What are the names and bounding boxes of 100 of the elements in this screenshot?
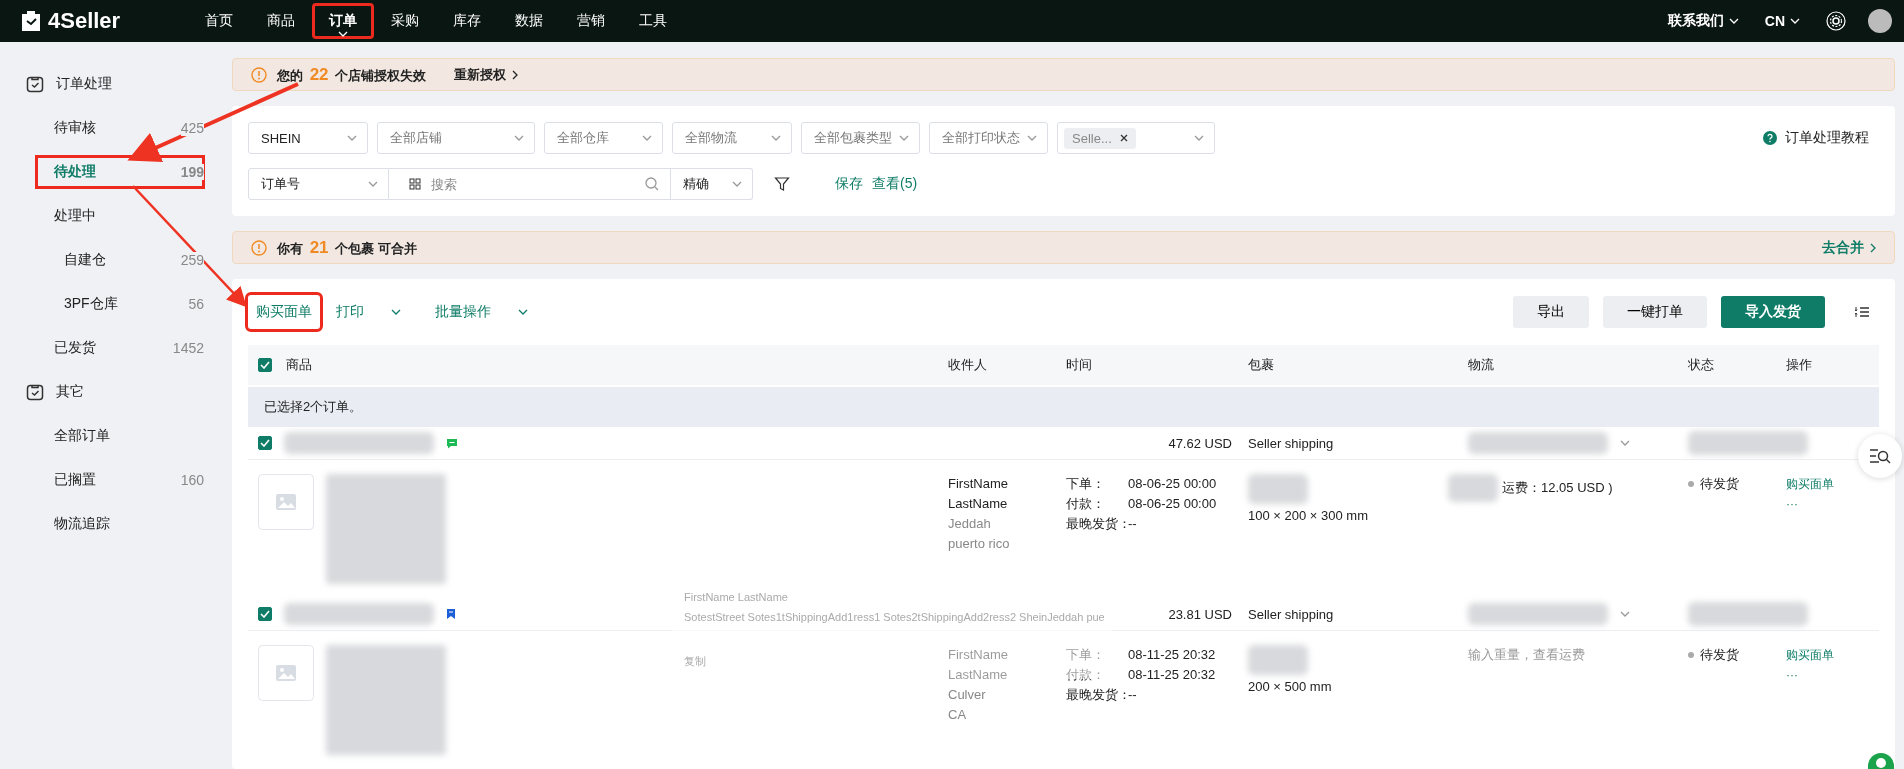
search-icon xyxy=(645,177,659,191)
buy-label-link[interactable]: 购买面单 xyxy=(1786,474,1879,494)
shipping-fee: 运费：12.05 USD ) xyxy=(1502,479,1613,497)
time-value: -- xyxy=(1128,516,1137,531)
time-label: 下单： xyxy=(1066,646,1106,664)
fee-hint: 输入重量，查看运费 xyxy=(1468,646,1586,664)
sidebar-item[interactable]: 已发货 1452 xyxy=(30,326,210,370)
recipient-name: FirstName xyxy=(948,475,1009,493)
alert-text: 您的 22 个店铺授权失效 xyxy=(277,64,427,85)
blurred-block xyxy=(1448,474,1498,502)
list-settings-icon xyxy=(1855,306,1869,318)
toolbar-action[interactable]: 打印 xyxy=(328,295,419,329)
more-link[interactable]: ··· xyxy=(1786,494,1879,514)
recipient-city: Culver xyxy=(948,686,987,704)
filter-select[interactable]: 全部店铺 xyxy=(377,122,535,154)
filter-select[interactable]: 全部包裹类型 xyxy=(801,122,920,154)
sidebar-item[interactable]: 已搁置 160 xyxy=(30,458,210,502)
avatar[interactable] xyxy=(1868,9,1892,33)
recipient-city: Jeddah xyxy=(948,515,992,533)
sidebar-item[interactable]: 自建仓 259 xyxy=(30,238,210,282)
help-icon xyxy=(1763,131,1777,145)
caret-icon xyxy=(1620,611,1630,617)
tooltip-address: SotestStreet Sotes1tShippingAdd1ress1 Sotes2tShippingAdd2ress2 SheinJeddah pue xyxy=(684,610,1105,625)
caret-icon xyxy=(368,181,378,187)
image-placeholder-icon xyxy=(258,474,314,530)
warning-icon xyxy=(251,239,267,256)
caret-icon xyxy=(771,135,781,141)
filter-select[interactable]: 全部打印状态 xyxy=(929,122,1048,154)
column-header: 物流 xyxy=(1468,356,1494,374)
search-type-select[interactable]: 订单号 xyxy=(248,168,389,200)
column-header: 时间 xyxy=(1066,356,1092,374)
nav-tab[interactable]: 订单 xyxy=(312,3,374,39)
toolbar-button[interactable]: 导出 xyxy=(1513,296,1589,328)
column-header: 收件人 xyxy=(948,356,987,374)
more-link[interactable]: ··· xyxy=(1786,665,1879,685)
nav-tab[interactable]: 库存 xyxy=(436,3,498,39)
blurred-block xyxy=(1248,474,1308,504)
nav-tab[interactable]: 采购 xyxy=(374,3,436,39)
recipient-name: LastName xyxy=(948,495,1009,513)
sidebar-item[interactable]: 处理中 xyxy=(30,194,210,238)
filter-select[interactable]: SHEIN xyxy=(248,122,368,154)
shipping-method: Seller shipping xyxy=(1248,606,1334,622)
checkbox[interactable] xyxy=(258,436,272,450)
toolbar-action[interactable]: 批量操作 xyxy=(427,295,546,329)
search-field[interactable]: 搜索 xyxy=(389,168,671,200)
status-dot xyxy=(1688,481,1694,487)
close-icon xyxy=(1119,134,1128,142)
nav-tab[interactable]: 商品 xyxy=(250,3,312,39)
toolbar-action[interactable]: 购买面单 xyxy=(248,295,320,329)
save-link[interactable]: 保存 xyxy=(835,175,863,193)
sidebar-item[interactable]: 全部订单 xyxy=(30,414,210,458)
checkbox[interactable] xyxy=(258,607,272,621)
alert-link[interactable]: 去合并 xyxy=(1822,238,1876,257)
nav-tab[interactable]: 工具 xyxy=(622,3,684,39)
status-text: 待发货 xyxy=(1700,475,1739,493)
item-count: 56 xyxy=(188,296,204,312)
filter-select[interactable]: 全部仓库 xyxy=(544,122,663,154)
time-value: 08-06-25 00:00 xyxy=(1128,476,1217,491)
sidebar-item[interactable]: 物流追踪 xyxy=(30,502,210,546)
sidebar-item[interactable]: 3PF仓库 56 xyxy=(30,282,210,326)
language-menu[interactable]: CN xyxy=(1764,13,1800,29)
clipboard-icon xyxy=(26,383,44,401)
buy-label-link[interactable]: 购买面单 xyxy=(1786,645,1879,665)
caret-icon xyxy=(899,135,909,141)
caret-icon xyxy=(732,181,742,187)
selection-note: 已选择2个订单。 xyxy=(248,387,1879,427)
caret-icon xyxy=(1027,135,1037,141)
time-label: 最晚发货： xyxy=(1066,515,1128,533)
item-count: 1452 xyxy=(172,340,204,356)
nav-tab[interactable]: 数据 xyxy=(498,3,560,39)
filter-select[interactable]: 全部物流 xyxy=(672,122,792,154)
alert-link[interactable]: 重新授权 xyxy=(454,65,519,84)
contact-menu[interactable]: 联系我们 xyxy=(1667,12,1739,30)
warning-icon xyxy=(251,66,267,83)
order-amount: 23.81 USD xyxy=(1168,606,1232,622)
nav-tab[interactable]: 营销 xyxy=(560,3,622,39)
image-placeholder-icon xyxy=(258,645,314,701)
sidebar-item[interactable]: 待审核 425 xyxy=(30,106,210,150)
time-label: 付款： xyxy=(1066,666,1106,684)
tutorial-link[interactable]: 订单处理教程 xyxy=(1763,129,1869,147)
list-search-icon xyxy=(1869,447,1891,465)
item-count: 199 xyxy=(180,164,204,180)
settings-icon xyxy=(1826,11,1846,31)
checkbox[interactable] xyxy=(258,358,272,372)
primary-button[interactable]: 导入发货 xyxy=(1721,296,1825,328)
sidebar-item[interactable]: 待处理 199 xyxy=(30,150,210,194)
recipient-name: FirstName xyxy=(948,646,1009,664)
clipboard-logo-icon xyxy=(20,10,42,32)
logo-text: 4Seller xyxy=(48,8,121,34)
caret-icon xyxy=(1620,440,1630,446)
toolbar-button[interactable]: 一键打单 xyxy=(1603,296,1707,328)
funnel-icon xyxy=(774,176,790,192)
time-value: 08-11-25 20:32 xyxy=(1128,647,1216,662)
time-value: 08-06-25 00:00 xyxy=(1128,496,1217,511)
caret-icon xyxy=(347,135,357,141)
view-saved-link[interactable]: 查看(5) xyxy=(872,175,918,193)
match-select[interactable]: 精确 xyxy=(671,168,753,200)
nav-tab[interactable]: 首页 xyxy=(188,3,250,39)
item-count: 259 xyxy=(180,252,204,268)
chevron-right-icon xyxy=(512,69,519,80)
